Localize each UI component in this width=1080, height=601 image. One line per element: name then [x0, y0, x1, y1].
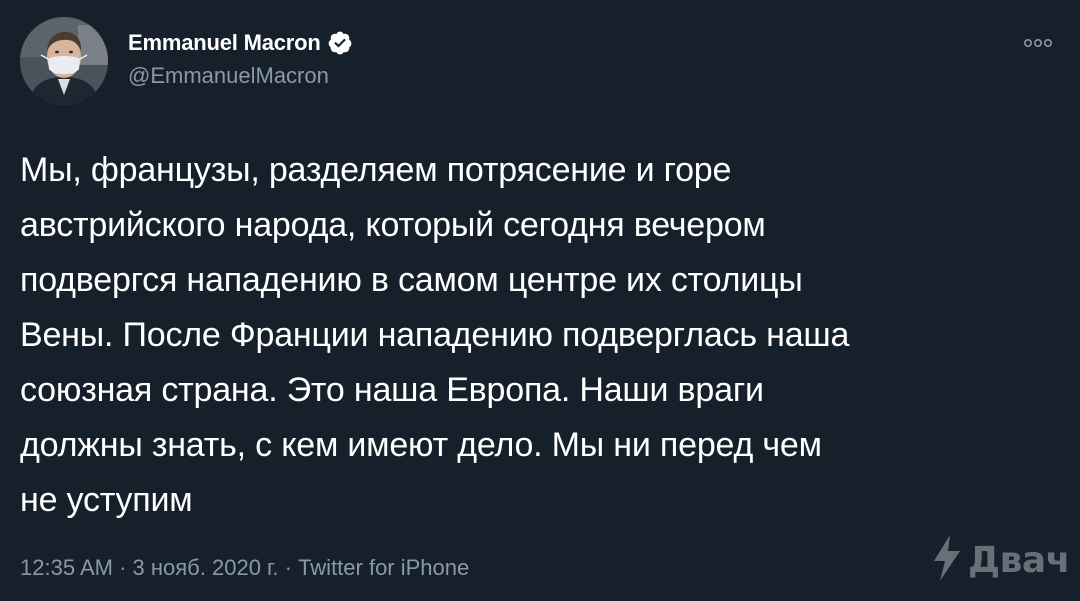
- tweet-meta: 12:35 AM · 3 нояб. 2020 г. · Twitter for…: [20, 555, 469, 581]
- display-name[interactable]: Emmanuel Macron: [128, 30, 321, 56]
- name-row: Emmanuel Macron: [128, 27, 353, 59]
- watermark: Двач: [930, 533, 1070, 588]
- tweet-card: Emmanuel Macron @EmmanuelMacron Мы, фран…: [0, 0, 1080, 601]
- avatar-image: [20, 17, 108, 105]
- tweet-text: Мы, французы, разделяем потрясение и гор…: [20, 151, 850, 519]
- more-options-icon[interactable]: [1020, 33, 1060, 53]
- meta-separator: ·: [112, 555, 133, 580]
- tweet-date[interactable]: 3 нояб. 2020 г.: [133, 555, 279, 580]
- tweet-source[interactable]: Twitter for iPhone: [298, 555, 469, 580]
- meta-separator: ·: [278, 555, 299, 580]
- lightning-icon: [930, 533, 964, 588]
- avatar[interactable]: [20, 17, 108, 105]
- verified-badge-icon: [327, 30, 353, 56]
- tweet-time[interactable]: 12:35 AM: [20, 555, 113, 580]
- watermark-text: Двач: [968, 540, 1070, 581]
- author-block: Emmanuel Macron @EmmanuelMacron: [128, 27, 353, 89]
- handle[interactable]: @EmmanuelMacron: [128, 63, 353, 89]
